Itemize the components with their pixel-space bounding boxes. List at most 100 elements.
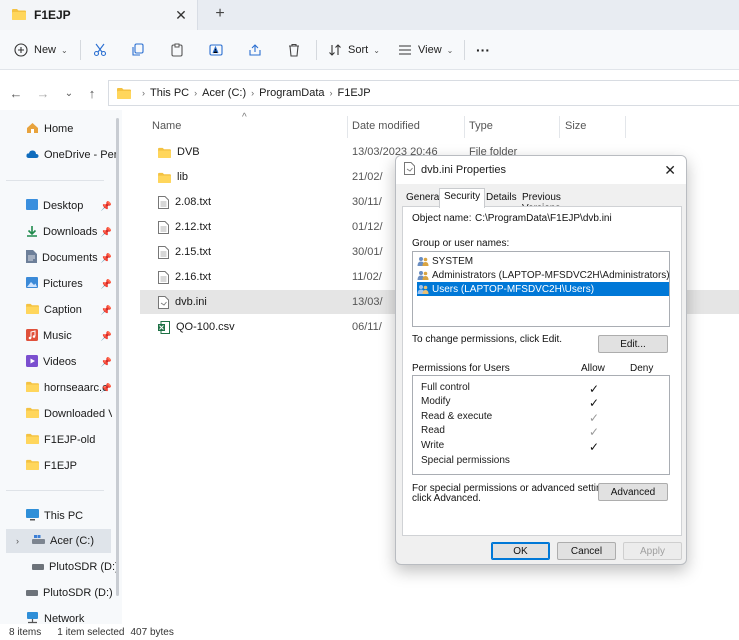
- sidebar-item-acer-c[interactable]: › Acer (C:): [6, 529, 111, 553]
- recent-chevron-icon[interactable]: ⌄: [60, 84, 78, 102]
- sidebar-item-plutosdr-d-1[interactable]: › PlutoSDR (D:): [32, 555, 116, 579]
- tab-details[interactable]: Details: [482, 190, 521, 206]
- group-names-list[interactable]: SYSTEM Administrators (LAPTOP-MFSDVC2H\A…: [412, 251, 670, 327]
- folder-icon: [26, 433, 39, 447]
- csv-file-icon: [158, 320, 170, 334]
- title-bar: F1EJP ✕ +: [0, 0, 739, 30]
- change-permissions-text: To change permissions, click Edit.: [412, 334, 563, 345]
- sort-ascending-icon: ^: [242, 112, 247, 123]
- sidebar-item-hornseaarc[interactable]: hornseaarc.c 📌: [26, 376, 112, 400]
- column-header-date[interactable]: Date modified: [352, 120, 420, 132]
- permissions-list[interactable]: Full control ✓ Modify ✓ Read & execute ✓…: [412, 375, 670, 475]
- folder-icon: [26, 407, 39, 421]
- file-name: QO-100.csv: [176, 321, 235, 333]
- cancel-button[interactable]: Cancel: [557, 542, 616, 560]
- sidebar-item-this-pc[interactable]: ⌄ This PC: [26, 504, 112, 528]
- allow-check-icon: ✓: [589, 440, 600, 454]
- tab-security[interactable]: Security: [439, 188, 486, 208]
- breadcrumb-f1ejp[interactable]: F1EJP: [338, 87, 371, 99]
- sidebar-item-videos[interactable]: Videos 📌: [26, 350, 112, 374]
- column-header-size[interactable]: Size: [565, 120, 586, 132]
- sidebar-item-caption[interactable]: Caption 📌: [26, 298, 112, 322]
- security-panel: Object name: C:\ProgramData\F1EJP\dvb.in…: [402, 206, 682, 536]
- column-header-name[interactable]: Name: [152, 120, 181, 132]
- object-name-label: Object name:: [412, 213, 472, 224]
- command-bar: New ⌄ Sort ⌄ View ⌄ ···: [0, 30, 739, 70]
- rename-icon: [209, 44, 223, 56]
- sidebar-item-downloads[interactable]: Downloads 📌: [26, 220, 112, 244]
- text-file-icon: [158, 245, 169, 259]
- tab-previous-versions[interactable]: Previous Versions: [518, 190, 565, 214]
- sidebar-item-pictures[interactable]: Pictures 📌: [26, 272, 112, 296]
- column-header-type[interactable]: Type: [469, 120, 493, 132]
- cloud-icon: [26, 149, 39, 162]
- copy-icon: [132, 43, 144, 56]
- permission-full-control: Full control ✓: [421, 382, 600, 396]
- edit-button[interactable]: Edit...: [598, 335, 668, 353]
- apply-button[interactable]: Apply: [623, 542, 682, 560]
- item-count: 8 items: [9, 626, 42, 638]
- drive-icon: [32, 561, 44, 573]
- navigation-bar: ← → ⌄ ↑ › This PC › Acer (C:) › ProgramD…: [0, 78, 739, 108]
- sidebar-scrollbar[interactable]: [116, 118, 119, 596]
- breadcrumb-this-pc[interactable]: This PC: [150, 87, 189, 99]
- file-date: 06/11/: [352, 321, 382, 333]
- object-name-value: C:\ProgramData\F1EJP\dvb.ini: [475, 213, 612, 224]
- tab-f1ejp[interactable]: F1EJP ✕: [0, 0, 198, 30]
- up-arrow-icon[interactable]: ↑: [83, 84, 101, 102]
- paste-button[interactable]: [170, 40, 190, 60]
- sidebar-item-plutosdr-d-2[interactable]: › PlutoSDR (D:): [26, 581, 112, 605]
- sidebar-item-home[interactable]: Home: [26, 117, 116, 141]
- sort-button[interactable]: Sort ⌄: [328, 40, 380, 60]
- more-options-button[interactable]: ···: [476, 40, 490, 60]
- group-item-users[interactable]: Users (LAPTOP-MFSDVC2H\Users): [417, 282, 669, 296]
- share-button[interactable]: [248, 40, 268, 60]
- allow-check-icon: ✓: [589, 382, 600, 396]
- scissors-icon: [93, 43, 107, 57]
- file-name: 2.12.txt: [175, 221, 212, 233]
- pictures-icon: [26, 277, 38, 291]
- dialog-close-icon[interactable]: ✕: [664, 162, 676, 179]
- file-date: 11/02/: [352, 271, 382, 283]
- ini-file-icon: [404, 162, 415, 178]
- users-icon: [417, 256, 429, 266]
- text-file-icon: [158, 195, 169, 209]
- back-arrow-icon[interactable]: ←: [7, 84, 25, 102]
- file-name: lib: [177, 171, 189, 183]
- desktop-icon: [26, 199, 38, 213]
- sidebar-item-onedrive[interactable]: › OneDrive - Perso: [26, 143, 116, 167]
- cut-button[interactable]: [93, 40, 113, 60]
- close-tab-icon[interactable]: ✕: [173, 7, 189, 24]
- breadcrumb-programdata[interactable]: ProgramData: [259, 87, 324, 99]
- breadcrumb-acer-c[interactable]: Acer (C:): [202, 87, 246, 99]
- address-bar[interactable]: › This PC › Acer (C:) › ProgramData › F1…: [108, 80, 739, 106]
- forward-arrow-icon[interactable]: →: [34, 84, 52, 102]
- view-button[interactable]: View ⌄: [398, 40, 453, 60]
- sidebar-item-desktop[interactable]: Desktop 📌: [26, 194, 112, 218]
- sidebar-item-music[interactable]: Music 📌: [26, 324, 112, 348]
- sidebar-item-f1ejp-old[interactable]: F1EJP-old: [26, 428, 112, 452]
- group-item-system[interactable]: SYSTEM: [417, 254, 667, 268]
- address-folder-icon: [117, 87, 131, 99]
- properties-dialog: dvb.ini Properties ✕ General Security De…: [395, 155, 687, 565]
- users-icon: [417, 284, 429, 294]
- drive-icon: [26, 587, 38, 599]
- permission-read: Read ✓: [421, 425, 600, 439]
- group-item-administrators[interactable]: Administrators (LAPTOP-MFSDVC2H\Administ…: [417, 268, 670, 282]
- sidebar-item-downloaded-videos[interactable]: Downloaded Vid: [26, 402, 112, 426]
- copy-button[interactable]: [131, 40, 151, 60]
- allow-check-icon: ✓: [589, 411, 600, 425]
- advanced-button[interactable]: Advanced: [598, 483, 668, 501]
- delete-button[interactable]: [287, 40, 307, 60]
- dialog-title: dvb.ini Properties: [421, 164, 506, 176]
- dialog-title-bar[interactable]: dvb.ini Properties ✕: [396, 156, 686, 184]
- folder-icon: [158, 147, 171, 158]
- rename-button[interactable]: [209, 40, 229, 60]
- new-tab-button[interactable]: +: [210, 5, 230, 23]
- file-date: 13/03/: [352, 296, 383, 308]
- folder-icon: [26, 303, 39, 317]
- new-button[interactable]: New ⌄: [14, 40, 68, 60]
- sidebar-item-f1ejp[interactable]: F1EJP: [26, 454, 112, 478]
- sidebar-item-documents[interactable]: Documents 📌: [26, 246, 112, 270]
- ok-button[interactable]: OK: [491, 542, 550, 560]
